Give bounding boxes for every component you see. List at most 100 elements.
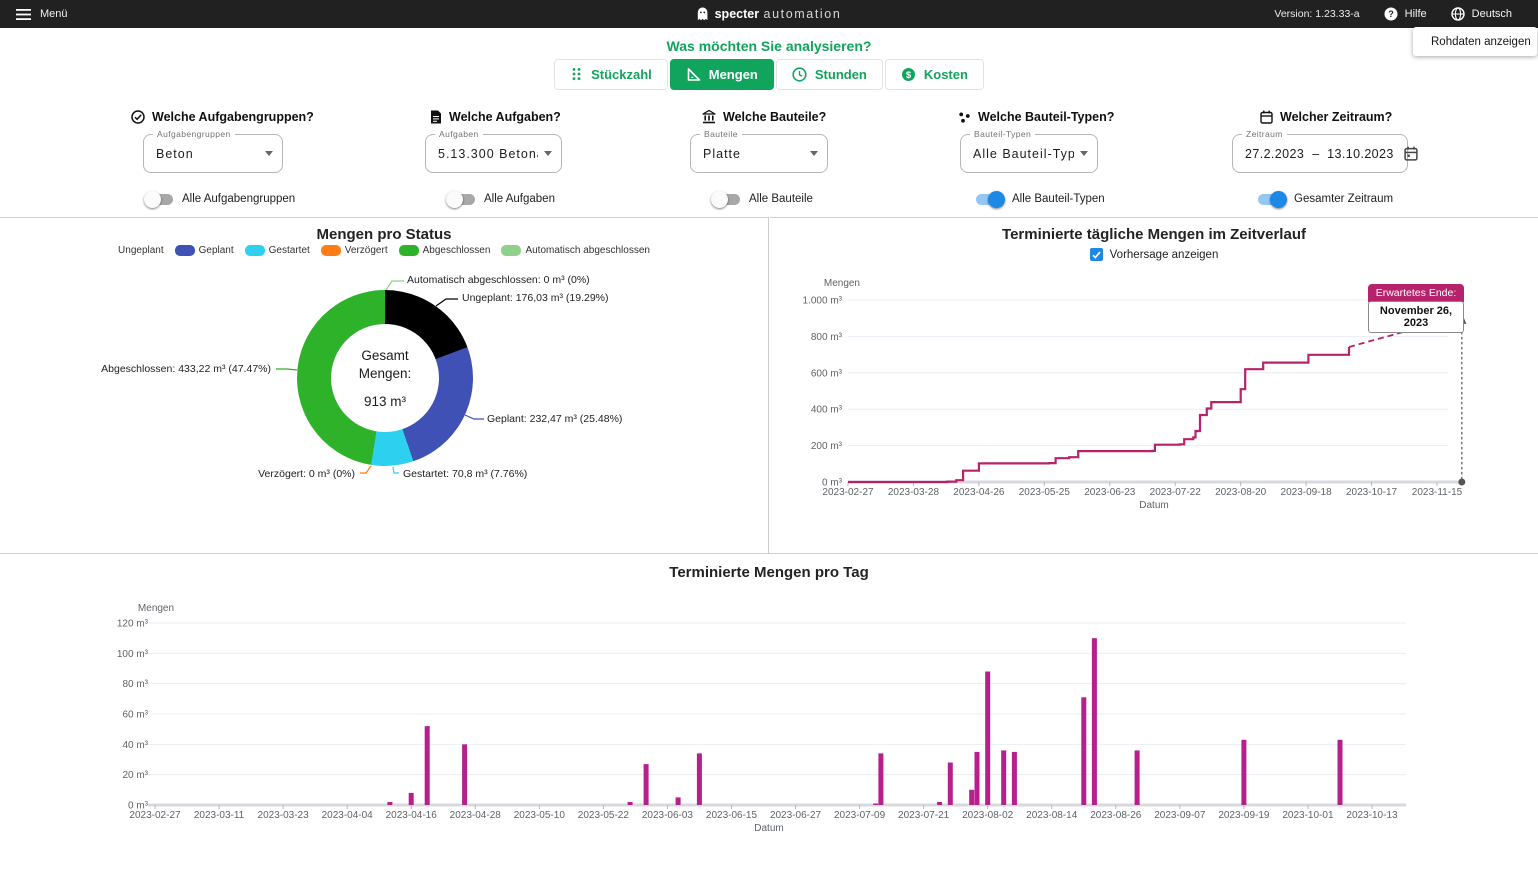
svg-text:2023-08-20: 2023-08-20 xyxy=(1215,487,1267,498)
daily-bar[interactable] xyxy=(425,726,430,805)
daily-bar[interactable] xyxy=(1092,638,1097,805)
daily-bar[interactable] xyxy=(975,752,980,805)
zeitraum-date-range-input[interactable]: Zeitraum 27.2.2023 – 13.10.2023 xyxy=(1232,134,1408,173)
daily-bar[interactable] xyxy=(878,753,883,805)
legend-item[interactable]: Verzögert xyxy=(321,245,388,256)
legend-swatch xyxy=(399,245,419,256)
field-label: Zeitraum xyxy=(1242,129,1287,139)
daily-bar[interactable] xyxy=(462,744,467,805)
toggle-knob xyxy=(1270,191,1287,208)
tab-label: Stunden xyxy=(815,67,867,82)
gesamter-zeitraum-toggle[interactable]: Gesamter Zeitraum xyxy=(1258,193,1408,205)
building-icon xyxy=(702,110,716,124)
toggle-label: Alle Aufgaben xyxy=(484,193,555,205)
daily-bar[interactable] xyxy=(948,763,953,806)
daily-bar[interactable] xyxy=(969,790,974,805)
toggle-knob xyxy=(144,191,161,208)
chevron-down-icon xyxy=(544,151,552,156)
timeline-chart-panel: Terminierte tägliche Mengen im Zeitverla… xyxy=(770,217,1538,553)
svg-text:2023-07-21: 2023-07-21 xyxy=(898,810,950,821)
field-label: Aufgaben xyxy=(435,129,483,139)
menu-button[interactable]: Menü xyxy=(16,8,68,20)
legend-swatch xyxy=(175,245,195,256)
alle-aufgaben-toggle[interactable]: Alle Aufgaben xyxy=(448,193,562,205)
brand-name: specter xyxy=(715,7,759,21)
legend-label: Gestartet xyxy=(269,245,310,256)
svg-text:2023-05-25: 2023-05-25 xyxy=(1019,487,1071,498)
daily-bar[interactable] xyxy=(937,802,942,805)
help-button[interactable]: ? Hilfe xyxy=(1384,7,1427,21)
language-button[interactable]: Deutsch xyxy=(1451,7,1512,21)
legend-item[interactable]: Automatisch abgeschlossen xyxy=(501,245,650,256)
svg-text:20 m³: 20 m³ xyxy=(122,770,148,781)
filter-question-label: Welche Bauteile? xyxy=(723,110,826,124)
callout-automatisch-abgeschlossen: Automatisch abgeschlossen: 0 m³ (0%) xyxy=(407,274,590,286)
daily-bar[interactable] xyxy=(409,793,414,805)
callout-gestartet: Gestartet: 70,8 m³ (7.76%) xyxy=(403,468,527,480)
field-label: Aufgabengruppen xyxy=(153,129,235,139)
tab-mengen[interactable]: Mengen xyxy=(670,59,774,90)
svg-text:2023-05-10: 2023-05-10 xyxy=(514,810,566,821)
alle-aufgabengruppen-toggle[interactable]: Alle Aufgabengruppen xyxy=(146,193,314,205)
aufgabengruppen-select[interactable]: Aufgabengruppen Beton xyxy=(143,134,283,173)
toggle-knob xyxy=(446,191,463,208)
toggle-track xyxy=(1258,194,1285,205)
daily-bar[interactable] xyxy=(676,797,681,805)
daily-bar[interactable] xyxy=(387,802,392,805)
alle-bauteile-toggle[interactable]: Alle Bauteile xyxy=(713,193,828,205)
daily-bar[interactable] xyxy=(1081,697,1086,805)
svg-text:40 m³: 40 m³ xyxy=(122,740,148,751)
date-to-value[interactable]: 13.10.2023 xyxy=(1327,147,1394,161)
date-from-value[interactable]: 27.2.2023 xyxy=(1245,147,1304,161)
select-value: Alle Bauteil-Typen xyxy=(973,147,1074,161)
daily-bar[interactable] xyxy=(873,804,878,806)
svg-text:2023-10-13: 2023-10-13 xyxy=(1346,810,1398,821)
component-types-icon xyxy=(958,111,971,124)
daily-bar[interactable] xyxy=(697,753,702,805)
show-raw-data-button[interactable]: Rohdaten anzeigen xyxy=(1413,27,1537,56)
filter-question: Welche Bauteil-Typen? xyxy=(958,110,1114,124)
daily-bar[interactable] xyxy=(644,764,649,805)
daily-bar[interactable] xyxy=(1241,740,1246,805)
daily-bar[interactable] xyxy=(1135,750,1140,805)
tab-stunden[interactable]: Stunden xyxy=(776,59,883,90)
daily-bar[interactable] xyxy=(628,802,633,805)
daily-bar[interactable] xyxy=(1001,750,1006,805)
svg-text:2023-11-15: 2023-11-15 xyxy=(1412,487,1463,498)
legend-swatch xyxy=(321,245,341,256)
daily-bar[interactable] xyxy=(985,672,990,806)
svg-text:100 m³: 100 m³ xyxy=(117,649,149,660)
filter-zeitraum: Welcher Zeitraum? Zeitraum 27.2.2023 – 1… xyxy=(1232,110,1408,205)
toggle-track xyxy=(713,194,740,205)
bauteile-select[interactable]: Bauteile Platte xyxy=(690,134,828,173)
tab-label: Mengen xyxy=(709,67,758,82)
brand-logo: specter automation xyxy=(697,5,842,23)
alle-bauteil-typen-toggle[interactable]: Alle Bauteil-Typen xyxy=(976,193,1114,205)
menu-label: Menü xyxy=(40,8,68,20)
legend-item[interactable]: Abgeschlossen xyxy=(399,245,491,256)
calendar-picker-icon[interactable] xyxy=(1404,146,1418,161)
callout-geplant: Geplant: 232,47 m³ (25.48%) xyxy=(487,413,622,425)
filter-aufgabengruppen: Welche Aufgabengruppen? Aufgabengruppen … xyxy=(131,110,314,205)
top-bar: Menü specter automation Version: 1.23.33… xyxy=(0,0,1538,28)
filter-aufgaben: Welche Aufgaben? Aufgaben 5.13.300 Beton… xyxy=(425,110,562,205)
svg-text:80 m³: 80 m³ xyxy=(122,679,148,690)
filter-question: Welche Bauteile? xyxy=(702,110,828,124)
daily-bar[interactable] xyxy=(1338,740,1343,805)
bauteil-typen-select[interactable]: Bauteil-Typen Alle Bauteil-Typen xyxy=(960,134,1098,173)
legend-swatch xyxy=(501,245,521,256)
svg-text:1.000 m³: 1.000 m³ xyxy=(803,296,843,307)
svg-text:Datum: Datum xyxy=(754,823,783,834)
legend-item[interactable]: Geplant xyxy=(175,245,234,256)
tab-stueckzahl[interactable]: Stückzahl xyxy=(554,59,668,90)
calendar-icon xyxy=(1260,110,1273,124)
chevron-down-icon xyxy=(1080,151,1088,156)
legend-item[interactable]: Ungeplant xyxy=(118,245,164,256)
tab-kosten[interactable]: $ Kosten xyxy=(885,59,984,90)
svg-text:60 m³: 60 m³ xyxy=(122,710,148,721)
svg-text:2023-05-22: 2023-05-22 xyxy=(578,810,630,821)
aufgaben-select[interactable]: Aufgaben 5.13.300 Betonag… xyxy=(425,134,562,173)
legend-item[interactable]: Gestartet xyxy=(245,245,310,256)
tab-label: Kosten xyxy=(924,67,968,82)
daily-bar[interactable] xyxy=(1012,752,1017,805)
